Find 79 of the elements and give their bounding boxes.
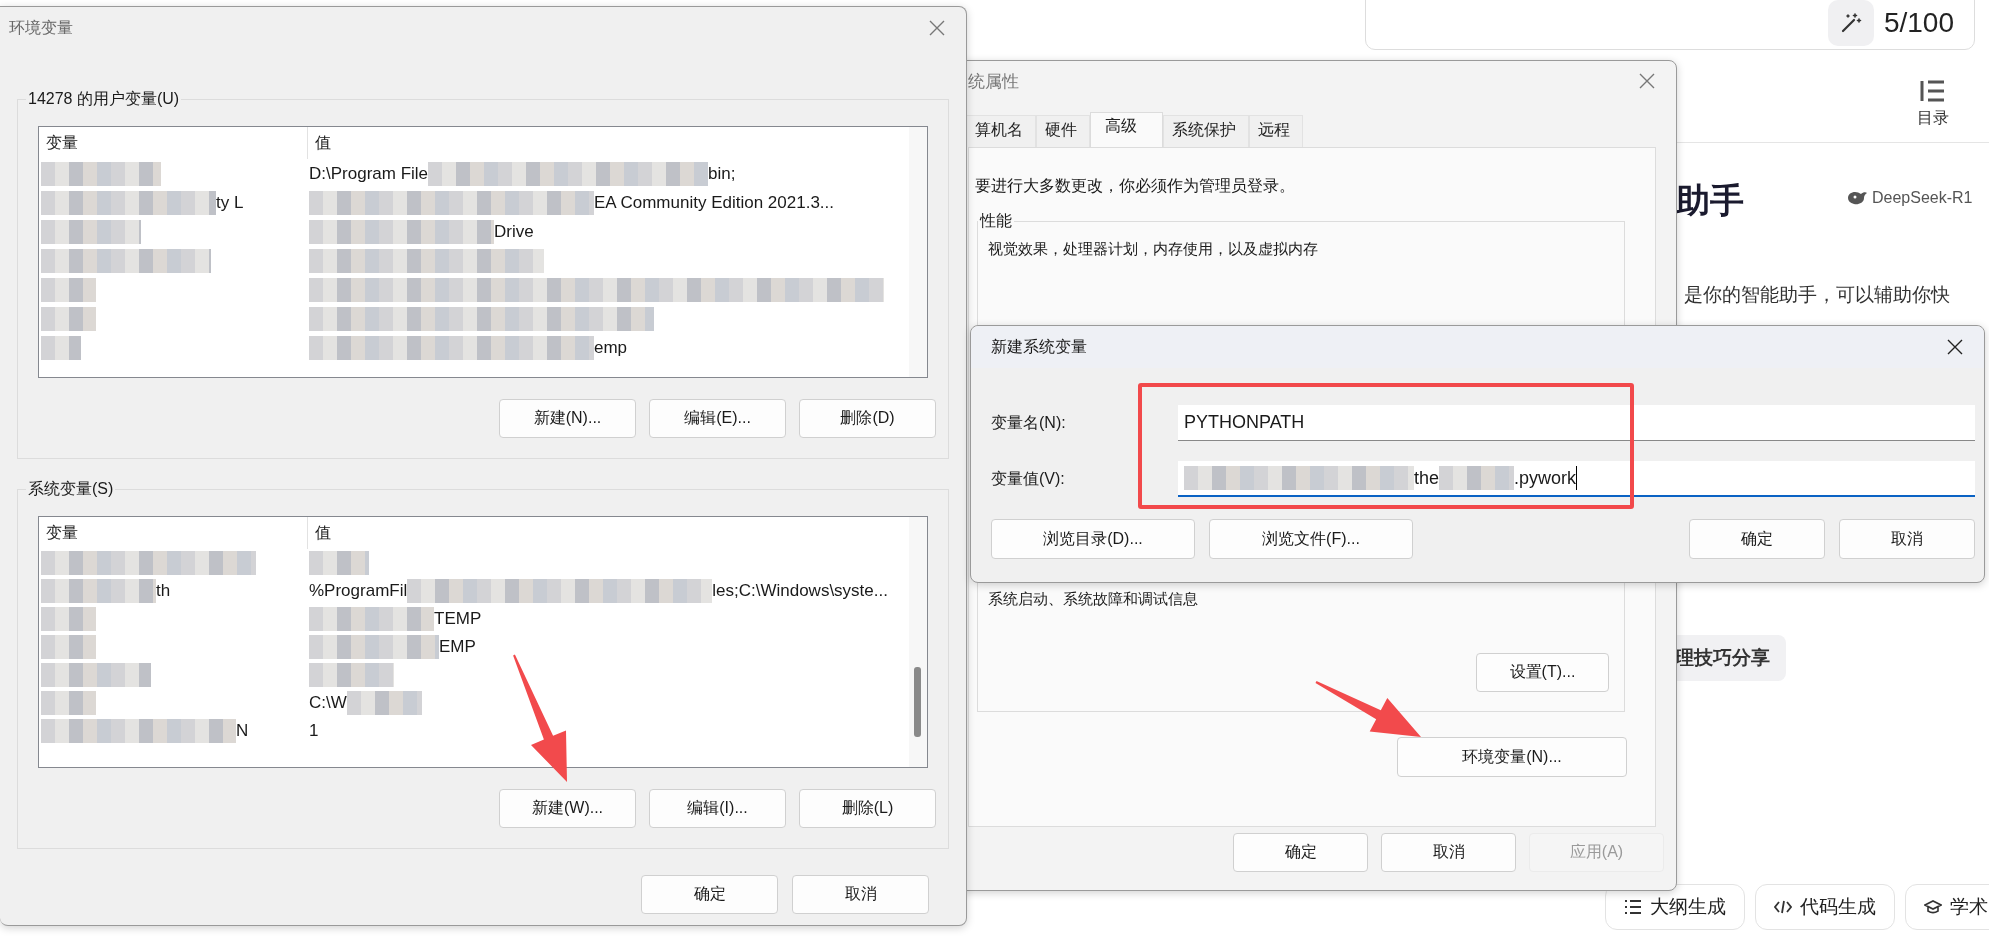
scrollbar[interactable] — [909, 517, 927, 767]
code-icon — [1774, 899, 1792, 915]
description-text: 系统启动、系统故障和调试信息 — [988, 590, 1199, 609]
action-button[interactable]: 学术 — [1905, 884, 1989, 930]
tab[interactable]: 高级 — [1090, 112, 1163, 147]
dialog-button[interactable]: 确定 — [1233, 833, 1368, 872]
dialog-button[interactable]: 取消 — [1839, 519, 1975, 559]
counter-text: 5/100 — [1883, 7, 1954, 39]
description-text: 视觉效果，处理器计划，内存使用，以及虚拟内存 — [988, 240, 1319, 259]
value-text: C:\W — [309, 693, 347, 713]
tab[interactable]: 算机名 — [966, 115, 1036, 147]
list-icon — [1624, 899, 1642, 915]
graduation-cap-icon — [1924, 899, 1942, 915]
dialog-button[interactable]: 确定 — [641, 875, 778, 914]
scrollbar[interactable] — [909, 127, 927, 377]
value-text: th — [156, 581, 171, 601]
whale-icon — [1846, 189, 1868, 207]
input-field[interactable]: PYTHONPATH — [1178, 405, 1975, 441]
blurred-text — [41, 607, 96, 631]
window-title: 环境变量 — [9, 17, 73, 38]
value-text: les;C:\Windows\syste... — [712, 581, 888, 601]
notice-text: 要进行大多数更改，你必须作为管理员登录。 — [975, 176, 1296, 196]
scrollbar-thumb[interactable] — [914, 667, 921, 737]
group-label: 性能 — [978, 211, 1013, 231]
group-label: 系统变量(S) — [27, 479, 115, 499]
browse-button[interactable]: 浏览目录(D)... — [991, 519, 1195, 559]
blurred-text — [41, 306, 96, 331]
window-title: 统属性 — [968, 70, 1019, 93]
intro-text: 是你的智能助手，可以辅助你快 — [1684, 283, 1950, 307]
blurred-text — [309, 551, 369, 575]
toc-button[interactable]: 目录 — [1917, 78, 1949, 129]
value-text: bin; — [708, 163, 736, 184]
group-label: 14278 的用户变量(U) — [27, 89, 181, 109]
magic-wand-button[interactable] — [1827, 0, 1874, 46]
settings-button[interactable]: 设置(T)... — [1476, 653, 1609, 692]
value-text: %ProgramFil — [309, 581, 408, 601]
value-text: TEMP — [434, 609, 482, 629]
blurred-text — [41, 335, 81, 360]
tab[interactable]: 系统保护 — [1163, 115, 1249, 147]
tab[interactable]: 硬件 — [1036, 115, 1090, 147]
field-label: 变量值(V): — [991, 468, 1066, 489]
value-text: D:\Program File — [309, 163, 429, 184]
column-header[interactable]: 变量 — [39, 127, 307, 159]
page-title: 助手 — [1676, 180, 1744, 221]
value-text: emp — [594, 337, 628, 358]
list-button[interactable]: 删除(D) — [799, 399, 936, 438]
dialog-button[interactable]: 取消 — [792, 875, 929, 914]
action-button[interactable]: 代码生成 — [1755, 884, 1895, 930]
blurred-text — [41, 277, 96, 302]
browse-button[interactable]: 浏览文件(F)... — [1209, 519, 1413, 559]
list-button[interactable]: 编辑(I)... — [649, 789, 786, 828]
environment-variables-button[interactable]: 环境变量(N)... — [1397, 737, 1627, 777]
value-text: EMP — [439, 637, 476, 657]
value-text: N — [236, 721, 249, 741]
value-text: Drive — [494, 221, 534, 242]
value-text: 1 — [309, 721, 319, 741]
list-button[interactable]: 新建(W)... — [499, 789, 636, 828]
close-icon[interactable] — [1946, 338, 1964, 356]
value-text: PYTHONPATH — [1184, 412, 1305, 433]
value-text: EA Community Edition 2021.3... — [594, 192, 835, 213]
tab[interactable]: 远程 — [1249, 115, 1303, 147]
input-field[interactable]: the .pywork — [1178, 461, 1975, 497]
value-text: ty L — [216, 192, 244, 213]
column-header[interactable]: 值 — [307, 517, 899, 549]
value-text: .pywork — [1514, 467, 1577, 489]
dialog-button[interactable]: 确定 — [1689, 519, 1825, 559]
blurred-text — [41, 635, 96, 659]
column-header[interactable]: 值 — [307, 127, 899, 159]
list-button[interactable]: 删除(L) — [799, 789, 936, 828]
model-name: DeepSeek-R1 — [1872, 189, 1973, 207]
dialog-button[interactable]: 取消 — [1381, 833, 1516, 872]
window-title: 新建系统变量 — [991, 336, 1087, 357]
action-button[interactable]: 大纲生成 — [1605, 884, 1745, 930]
column-header[interactable]: 变量 — [39, 517, 307, 549]
list-button[interactable]: 编辑(E)... — [649, 399, 786, 438]
list-button[interactable]: 新建(N)... — [499, 399, 636, 438]
blurred-text — [41, 691, 96, 715]
field-label: 变量名(N): — [991, 412, 1067, 433]
value-text: the — [1414, 467, 1440, 489]
